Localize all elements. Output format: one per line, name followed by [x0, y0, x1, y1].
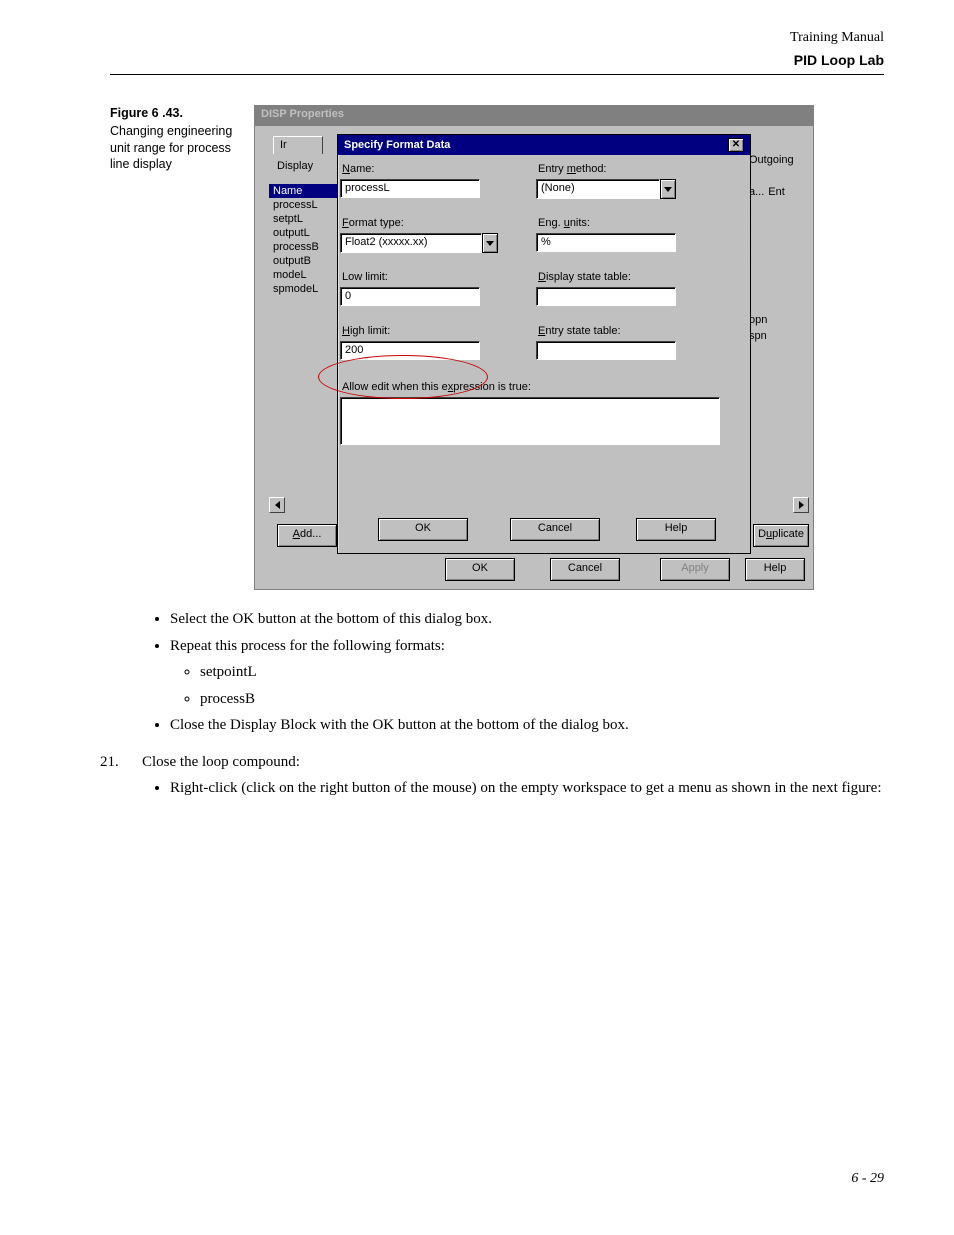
format-type-value: Float2 (xxxxx.xx) [340, 233, 482, 253]
back-ok-button[interactable]: OK [445, 558, 515, 581]
dialog-ok-button[interactable]: OK [378, 518, 468, 541]
display-label: Display [277, 160, 313, 172]
instruction-bullet: Right-click (click on the right button o… [170, 777, 884, 800]
right-val: . [749, 250, 809, 266]
list-item[interactable]: outputB [269, 254, 341, 268]
list-item[interactable]: modeL [269, 268, 341, 282]
outgoing-header: Outgoing [749, 154, 809, 170]
duplicate-button[interactable]: Duplicate [753, 524, 809, 547]
list-item[interactable]: setptL [269, 212, 341, 226]
right-val: . [749, 218, 809, 234]
right-val: opn [749, 314, 809, 330]
expression-input[interactable] [340, 397, 720, 445]
list-item[interactable]: spmodeL [269, 282, 341, 296]
instruction-bullet: Close the Display Block with the OK butt… [170, 714, 884, 737]
entry-state-label: Entry state table: [538, 325, 621, 337]
right-val: spn [749, 330, 809, 346]
right-val: . [749, 202, 809, 218]
name-input[interactable]: processL [340, 179, 480, 198]
name-label: Name: [342, 163, 374, 175]
list-item[interactable]: processL [269, 198, 341, 212]
right-column: Outgoing [749, 154, 809, 170]
close-icon[interactable]: ✕ [728, 138, 744, 152]
step-text: Close the loop compound: [142, 751, 884, 774]
eng-units-input[interactable]: % [536, 233, 676, 252]
display-state-label: Display state table: [538, 271, 631, 283]
right-sub-headers: a... Ent . . . . opn spn [749, 186, 809, 346]
list-item[interactable]: outputL [269, 226, 341, 240]
right-val: . [749, 234, 809, 250]
back-help-button[interactable]: Help [745, 558, 805, 581]
entry-method-label: Entry method: [538, 163, 607, 175]
allow-edit-label: Allow edit when this expression is true: [342, 381, 531, 393]
name-list-header: Name [269, 184, 341, 198]
scroll-right-icon[interactable] [793, 497, 809, 513]
instruction-subbullet: setpointL [200, 661, 884, 684]
entry-state-input[interactable] [536, 341, 676, 360]
figure-number: Figure 6 .43. [110, 105, 240, 121]
scroll-left-icon[interactable] [269, 497, 285, 513]
instruction-bullet: Repeat this process for the following fo… [170, 635, 884, 711]
figure-caption: Figure 6 .43. Changing engineering unit … [110, 105, 240, 172]
dialog-help-button[interactable]: Help [636, 518, 716, 541]
back-cancel-button[interactable]: Cancel [550, 558, 620, 581]
header-lab: PID Loop Lab [110, 52, 884, 68]
step-number: 21. [100, 751, 142, 804]
low-limit-label: Low limit: [342, 271, 388, 283]
add-button[interactable]: Add... [277, 524, 337, 547]
figure-caption-text: Changing engineering unit range for proc… [110, 123, 240, 172]
back-window-title: DISP Properties [255, 106, 814, 126]
display-state-input[interactable] [536, 287, 676, 306]
low-limit-input[interactable]: 0 [340, 287, 480, 306]
col-a: a... [749, 186, 764, 202]
name-list[interactable]: Name processL setptL outputL processB ou… [269, 184, 341, 320]
dialog-cancel-button[interactable]: Cancel [510, 518, 600, 541]
header-rule [110, 74, 884, 75]
entry-method-value: (None) [536, 179, 660, 199]
page-number: 6 - 29 [851, 1171, 884, 1187]
header-manual: Training Manual [110, 30, 884, 46]
entry-method-combo[interactable]: (None) [536, 179, 676, 199]
format-type-combo[interactable]: Float2 (xxxxx.xx) [340, 233, 498, 253]
high-limit-input[interactable]: 200 [340, 341, 480, 360]
eng-units-label: Eng. units: [538, 217, 590, 229]
high-limit-label: High limit: [342, 325, 390, 337]
specify-format-dialog: Specify Format Data ✕ Name: processL For… [337, 134, 751, 554]
chevron-down-icon[interactable] [482, 233, 498, 253]
format-type-label: Format type: [342, 217, 404, 229]
instruction-text: Select the OK button at the bottom of th… [110, 608, 884, 804]
back-apply-button: Apply [660, 558, 730, 581]
chevron-down-icon[interactable] [660, 179, 676, 199]
list-item[interactable]: processB [269, 240, 341, 254]
back-tab[interactable]: Ir [273, 136, 323, 154]
col-ent: Ent [768, 186, 785, 202]
dialog-title-text: Specify Format Data [344, 139, 450, 151]
instruction-bullet: Select the OK button at the bottom of th… [170, 608, 884, 631]
screenshot-disp-properties: DISP Properties Ir Display Name processL… [254, 105, 814, 590]
instruction-subbullet: processB [200, 688, 884, 711]
